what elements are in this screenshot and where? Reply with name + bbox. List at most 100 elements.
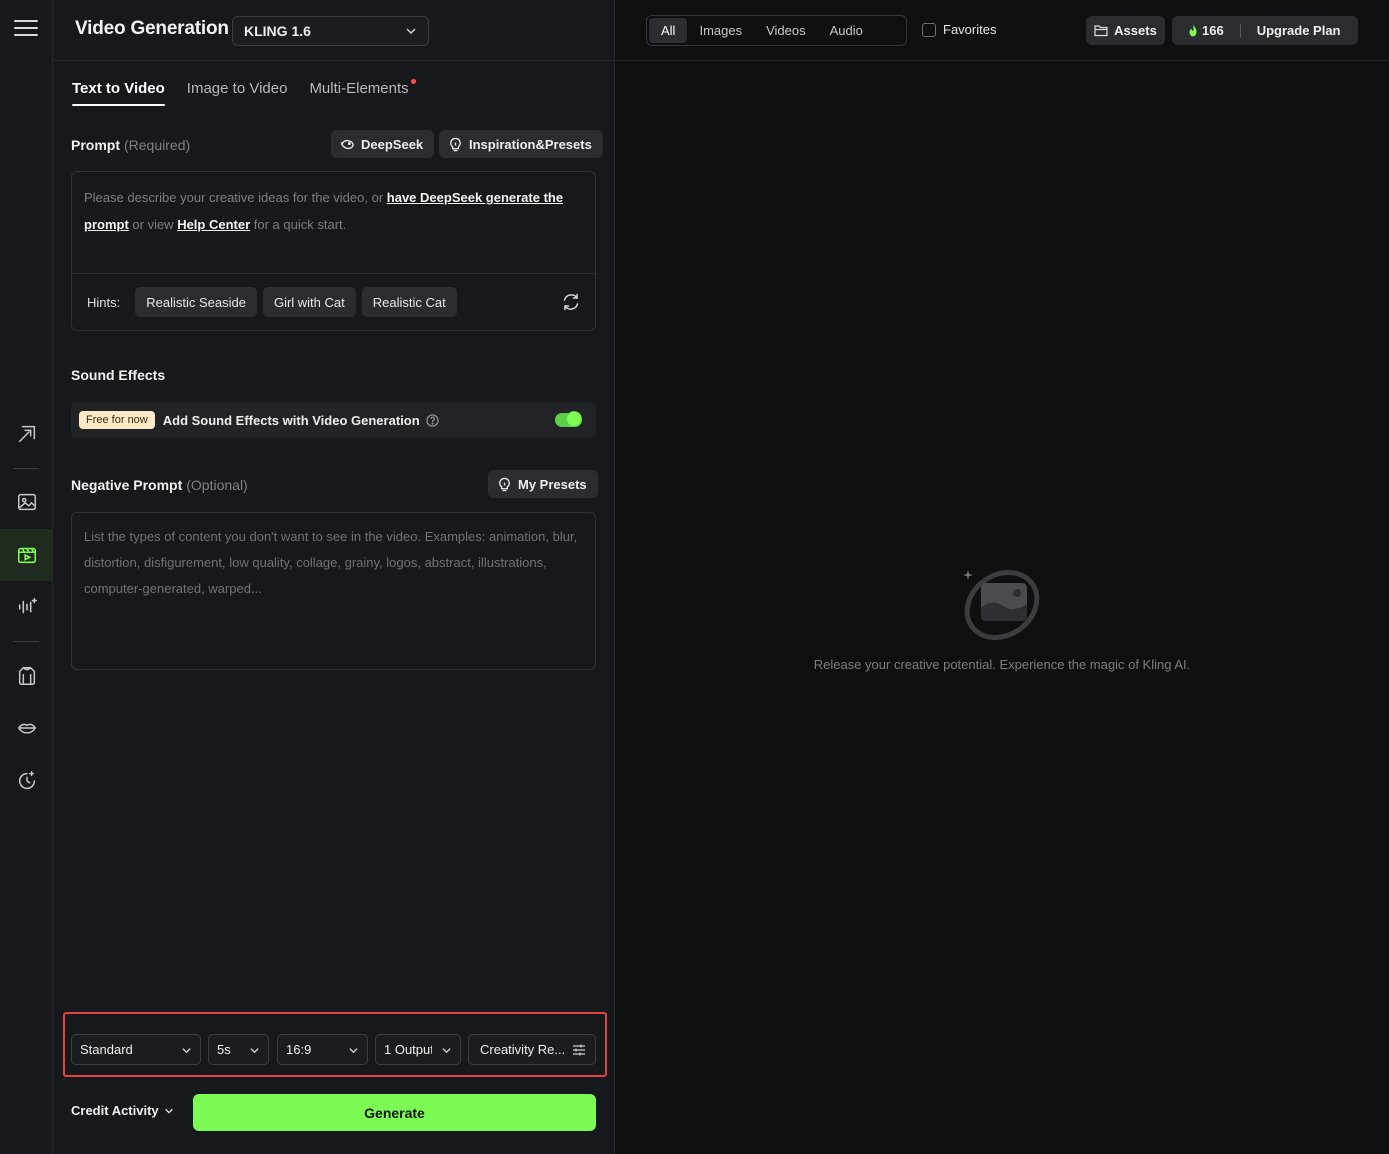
filter-audio[interactable]: Audio: [818, 18, 875, 43]
deepseek-button-label: DeepSeek: [361, 136, 424, 152]
credits-balance: 166: [1172, 23, 1224, 38]
creativity-settings-button[interactable]: Creativity Re...: [468, 1034, 596, 1065]
page-title: Video Generation: [75, 18, 229, 39]
library-header: All Images Videos Audio Favorites Assets…: [615, 0, 1389, 61]
tab-text-to-video[interactable]: Text to Video: [72, 80, 165, 106]
media-filter: All Images Videos Audio: [646, 15, 907, 46]
deepseek-button[interactable]: DeepSeek: [331, 130, 435, 158]
negative-prompt-label: Negative Prompt (Optional): [71, 477, 248, 493]
mode-select-value: Standard: [80, 1042, 133, 1057]
lightbulb-icon: [450, 137, 461, 151]
negative-optional-note: (Optional): [186, 477, 248, 493]
settings-bar: Standard 5s 16:9 1 Output Creativity Re.…: [63, 1012, 607, 1077]
favorites-label: Favorites: [943, 22, 997, 37]
panel-header: Video Generation KLING 1.6: [53, 0, 615, 61]
empty-state-message: Release your creative potential. Experie…: [813, 657, 1191, 672]
prompt-placeholder: Please describe your creative ideas for …: [72, 172, 595, 238]
lips-icon[interactable]: [0, 702, 53, 754]
duration-select[interactable]: 5s: [208, 1034, 269, 1065]
empty-gallery-icon: [963, 570, 1040, 640]
filter-videos[interactable]: Videos: [754, 18, 818, 43]
help-circle-icon[interactable]: [426, 413, 439, 427]
left-rail: [0, 0, 53, 1154]
lightbulb-icon: [499, 477, 510, 491]
shirt-icon[interactable]: [0, 650, 53, 702]
prompt-placeholder-part1: Please describe your creative ideas for …: [84, 190, 387, 205]
deepseek-whale-icon: [340, 139, 354, 149]
video-icon[interactable]: [0, 529, 53, 581]
aspect-ratio-value: 16:9: [286, 1042, 312, 1057]
creativity-value: Creativity Re...: [480, 1042, 566, 1057]
generate-button[interactable]: Generate: [193, 1094, 596, 1131]
assets-label: Assets: [1114, 23, 1157, 38]
folder-icon: [1094, 25, 1108, 37]
chevron-down-icon: [182, 1048, 191, 1054]
credits-count: 166: [1202, 23, 1224, 38]
generation-panel: Video Generation KLING 1.6 Text to Video…: [53, 0, 615, 1154]
sound-effects-text: Add Sound Effects with Video Generation: [162, 412, 420, 428]
duration-select-value: 5s: [217, 1042, 231, 1057]
audio-wave-icon[interactable]: [0, 581, 53, 633]
credit-activity-dropdown[interactable]: Credit Activity: [71, 1103, 174, 1118]
model-select[interactable]: KLING 1.6: [232, 16, 429, 46]
help-center-link[interactable]: Help Center: [177, 217, 250, 232]
outputs-value: 1 Output: [384, 1042, 432, 1057]
hints-row: Hints: Realistic Seaside Girl with Cat R…: [72, 273, 595, 330]
favorites-filter[interactable]: Favorites: [922, 22, 996, 37]
sliders-icon: [573, 1044, 585, 1056]
refresh-icon[interactable]: [561, 292, 581, 312]
tab-multi-elements-label: Multi-Elements: [309, 80, 409, 97]
filter-images[interactable]: Images: [687, 18, 754, 43]
chevron-down-icon: [164, 1108, 173, 1114]
prompt-required-note: (Required): [124, 137, 191, 153]
chevron-down-icon: [349, 1048, 358, 1054]
app-root: Video Generation KLING 1.6 Text to Video…: [0, 0, 1389, 1154]
magic-wand-icon[interactable]: [0, 408, 53, 460]
sound-effects-row: Free for now Add Sound Effects with Vide…: [71, 402, 596, 438]
rail-divider: [13, 468, 39, 469]
sound-effects-toggle[interactable]: [555, 412, 582, 427]
inspiration-presets-button[interactable]: Inspiration&Presets: [439, 130, 603, 158]
upgrade-plan-button[interactable]: 166 Upgrade Plan: [1172, 16, 1358, 45]
inspiration-presets-label: Inspiration&Presets: [469, 136, 592, 152]
hint-chip[interactable]: Realistic Cat: [361, 287, 457, 317]
prompt-placeholder-part3: for a quick start.: [250, 217, 347, 232]
mode-select[interactable]: Standard: [71, 1034, 201, 1065]
chevron-down-icon: [406, 28, 416, 35]
hamburger-menu-icon[interactable]: [14, 20, 38, 42]
sound-effects-label: Sound Effects: [71, 367, 166, 383]
chevron-down-icon: [250, 1048, 259, 1054]
credit-activity-label: Credit Activity: [71, 1103, 159, 1118]
hint-chip[interactable]: Realistic Seaside: [135, 287, 257, 317]
plan-divider: [1239, 23, 1241, 38]
prompt-label-text: Prompt: [71, 137, 120, 153]
assets-button[interactable]: Assets: [1086, 16, 1165, 45]
notification-dot: [410, 79, 416, 84]
rail-divider: [13, 641, 39, 642]
my-presets-button[interactable]: My Presets: [488, 470, 598, 498]
prompt-label: Prompt (Required): [71, 137, 190, 153]
negative-prompt-input[interactable]: List the types of content you don't want…: [71, 512, 596, 670]
prompt-input[interactable]: Please describe your creative ideas for …: [71, 171, 596, 331]
library-area: All Images Videos Audio Favorites Assets…: [615, 0, 1389, 1154]
negative-prompt-label-text: Negative Prompt: [71, 477, 183, 493]
filter-all[interactable]: All: [649, 18, 688, 43]
prompt-placeholder-part2: or view: [128, 217, 178, 232]
tab-image-to-video[interactable]: Image to Video: [187, 80, 288, 106]
my-presets-label: My Presets: [518, 476, 587, 492]
empty-state: Release your creative potential. Experie…: [615, 564, 1389, 672]
history-icon[interactable]: [0, 755, 53, 807]
outputs-select[interactable]: 1 Output: [375, 1034, 461, 1065]
upgrade-plan-label: Upgrade Plan: [1256, 23, 1341, 38]
image-icon[interactable]: [0, 476, 53, 528]
hints-label: Hints:: [87, 294, 121, 310]
tab-multi-elements[interactable]: Multi-Elements: [309, 79, 416, 106]
free-badge: Free for now: [79, 411, 155, 429]
hint-chip[interactable]: Girl with Cat: [262, 287, 356, 317]
mode-tabs: Text to Video Image to Video Multi-Eleme…: [72, 79, 416, 106]
flame-icon: [1189, 24, 1197, 36]
favorites-checkbox[interactable]: [922, 22, 936, 37]
chevron-down-icon: [442, 1048, 451, 1054]
aspect-ratio-select[interactable]: 16:9: [277, 1034, 368, 1065]
negative-placeholder: List the types of content you don't want…: [84, 529, 578, 596]
